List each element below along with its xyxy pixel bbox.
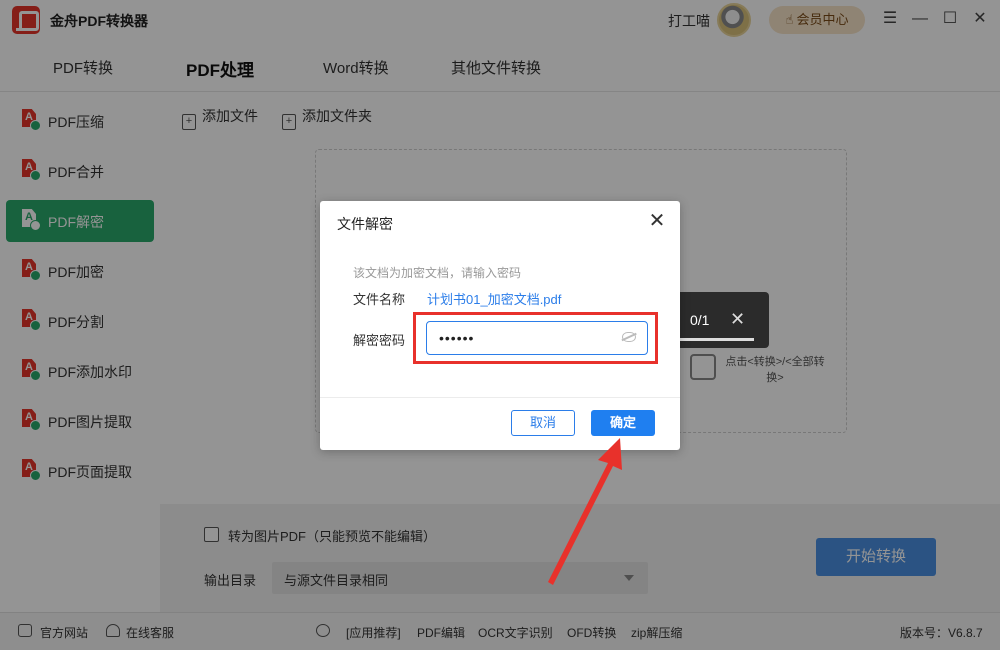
close-icon[interactable]: ✕ [647,211,667,231]
dialog-hint: 该文档为加密文档，请输入密码 [353,266,522,280]
progress-bar [680,338,754,341]
password-label: 解密密码 [353,333,406,348]
decrypt-dialog: 文件解密 ✕ 该文档为加密文档，请输入密码 文件名称 计划书01_加密文档.pd… [320,201,680,450]
dialog-title: 文件解密 [337,216,393,232]
cancel-button[interactable]: 取消 [511,410,575,436]
close-icon[interactable]: ✕ [730,309,745,330]
dialog-divider [320,397,680,398]
filename-value: 计划书01_加密文档.pdf [427,292,562,307]
eye-off-icon[interactable] [622,332,636,342]
confirm-button[interactable]: 确定 [591,410,655,436]
filename-label: 文件名称 [353,292,406,307]
password-input[interactable] [426,321,648,355]
progress-count: 0/1 [690,312,710,328]
